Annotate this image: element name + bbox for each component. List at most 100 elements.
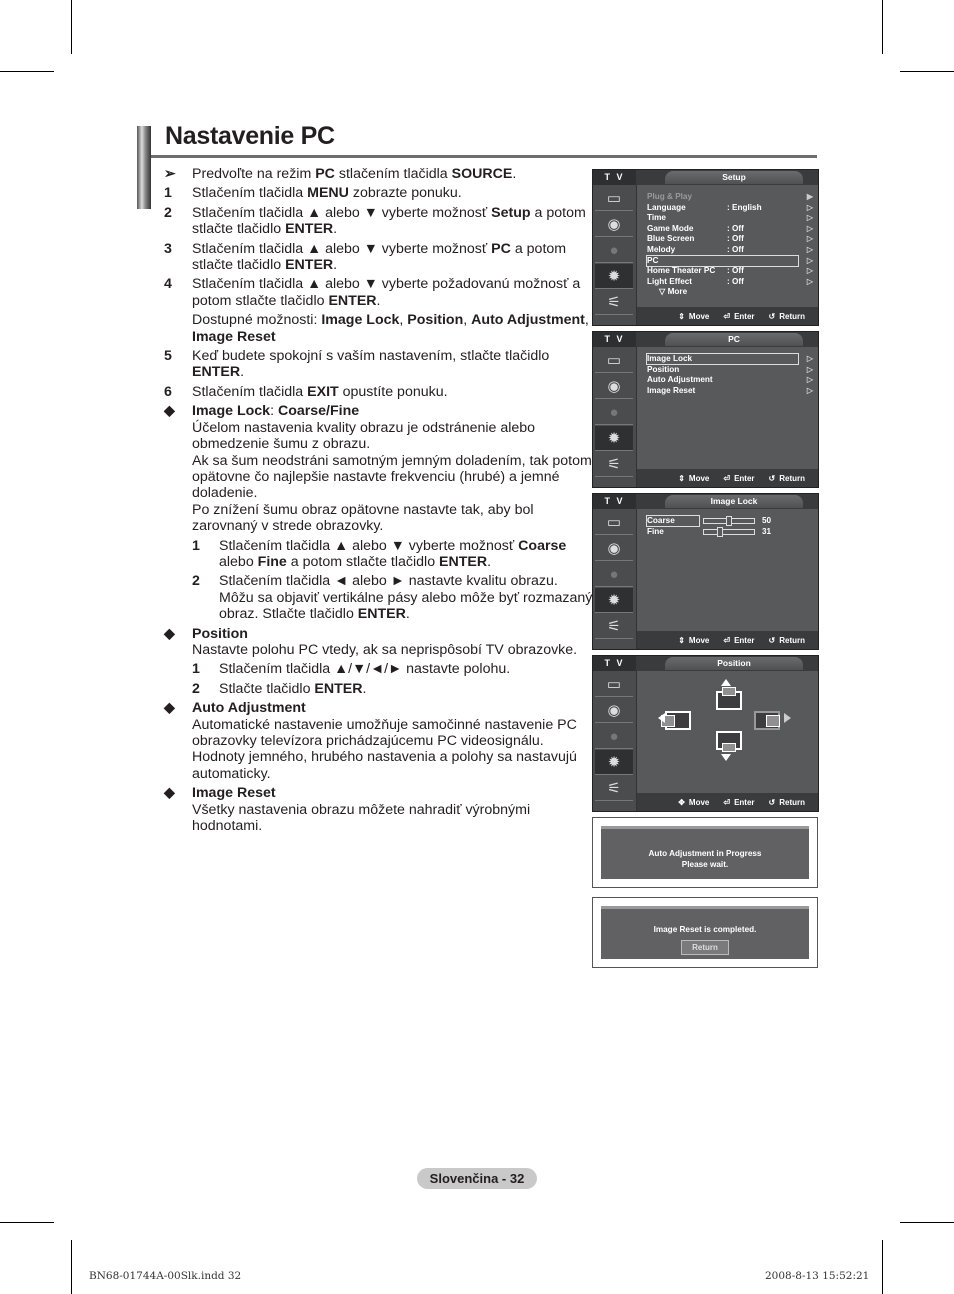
crop-mark: [882, 1240, 883, 1294]
menu-item[interactable]: Light Effect: Off ▷: [647, 277, 813, 287]
sidebar-input-icon[interactable]: ⚟: [595, 776, 633, 801]
section-body: Auto Adjustment Automatické nastavenie um…: [192, 700, 594, 782]
sidebar-channel-icon[interactable]: ●: [595, 238, 633, 263]
dialog-line: Auto Adjustment in Progress: [648, 849, 762, 858]
menu-item[interactable]: Home Theater PC: Off ▷: [647, 266, 813, 276]
menu-item[interactable]: Image Reset ▷: [647, 386, 813, 396]
bullet-diamond-icon: ◆: [164, 700, 175, 717]
footer-move[interactable]: ⇕ Move: [678, 474, 709, 483]
osd-footer: ⇕ Move ⏎ Enter ↺ Return: [637, 469, 818, 487]
sidebar-setup-gear-icon[interactable]: ✹: [595, 588, 633, 613]
footer-label: Move: [688, 797, 710, 807]
menu-item[interactable]: Melody: Off ▷: [647, 245, 813, 255]
sidebar-input-icon[interactable]: ⚟: [595, 452, 633, 477]
footer-return[interactable]: ↺ Return: [769, 636, 805, 645]
section-body: Position Nastavte polohu PC vtedy, ak sa …: [192, 626, 594, 659]
enter-icon: ⏎: [723, 311, 731, 321]
crop-mark: [900, 1222, 954, 1223]
menu-item[interactable]: Auto Adjustment ▷: [647, 375, 813, 385]
menu-item[interactable]: Language: English ▷: [647, 203, 813, 213]
sound-icon: ◉: [607, 702, 621, 719]
crop-mark: [900, 71, 954, 72]
osd-menu-title: Position: [665, 657, 803, 670]
steps-list: 1 Stlačením tlačidla MENU zobrazte ponuku…: [164, 185, 594, 400]
text: PC: [491, 240, 511, 257]
text: Predvoľte na režim: [192, 166, 316, 182]
text: Image Lock: [192, 403, 271, 420]
menu-item[interactable]: Time ▷: [647, 213, 813, 223]
sidebar-picture-icon[interactable]: ▭: [595, 186, 633, 211]
chevron-right-icon: ▶: [806, 192, 813, 201]
text: Fine: [257, 553, 287, 570]
text: ENTER: [439, 553, 488, 570]
footer-move[interactable]: ⇕ Move: [678, 636, 709, 645]
footer-enter[interactable]: ⏎ Enter: [723, 636, 754, 645]
menu-item[interactable]: ▽ More: [659, 287, 798, 297]
slider-track[interactable]: [703, 527, 755, 537]
menu-item[interactable]: Position ▷: [647, 365, 813, 375]
text: alebo: [219, 553, 258, 570]
menu-item[interactable]: Plug & Play ▶: [647, 192, 813, 202]
position-up-box: [716, 687, 742, 710]
footer-return[interactable]: ↺ Return: [769, 312, 805, 321]
sidebar-setup-gear-icon[interactable]: ✹: [595, 264, 633, 289]
footer-move[interactable]: ✥ Move: [678, 798, 709, 807]
text: a potom stlačte tlačidlo: [286, 553, 440, 570]
tv-label: T V: [593, 170, 636, 185]
arrow-left-icon[interactable]: [658, 713, 665, 723]
footer-enter[interactable]: ⏎ Enter: [723, 798, 754, 807]
step-text: Stlačením tlačidla EXIT opustíte ponuku.: [192, 384, 594, 400]
slider-label[interactable]: Fine: [647, 527, 699, 537]
sidebar-channel-icon[interactable]: ●: [595, 400, 633, 425]
substep-text: Stlačením tlačidla ▲/▼/◄/► nastavte polo…: [219, 661, 594, 677]
menu-item[interactable]: PC ▷: [646, 254, 813, 267]
bullet-diamond-icon: ◆: [164, 625, 175, 642]
footer-label: Move: [688, 635, 710, 645]
menu-item[interactable]: Blue Screen: Off ▷: [647, 234, 813, 244]
sidebar-sound-icon[interactable]: ◉: [595, 698, 633, 723]
sidebar-input-icon[interactable]: ⚟: [595, 290, 633, 315]
return-button[interactable]: Return: [681, 940, 729, 955]
sidebar-channel-icon[interactable]: ●: [595, 562, 633, 587]
section-body: Image Reset Všetky nastavenia obrazu môže…: [192, 785, 594, 834]
section-heading: Position: [192, 626, 594, 642]
sidebar-picture-icon[interactable]: ▭: [595, 510, 633, 535]
arrow-up-icon[interactable]: [721, 679, 731, 686]
footer-move[interactable]: ⇕ Move: [678, 312, 709, 321]
setup-gear-icon: ✹: [607, 592, 621, 609]
sidebar-setup-gear-icon[interactable]: ✹: [595, 426, 633, 451]
tv-label: T V: [593, 656, 636, 671]
footer-enter[interactable]: ⏎ Enter: [723, 312, 754, 321]
footer-return[interactable]: ↺ Return: [769, 798, 805, 807]
sidebar-setup-gear-icon[interactable]: ✹: [595, 750, 633, 775]
menu-item[interactable]: Image Lock ▷: [646, 353, 813, 365]
menu-item[interactable]: Game Mode: Off ▷: [647, 224, 813, 234]
sidebar-input-icon[interactable]: ⚟: [595, 614, 633, 639]
sidebar-picture-icon[interactable]: ▭: [595, 348, 633, 373]
footer-return[interactable]: ↺ Return: [769, 474, 805, 483]
section-paragraph: Automatické nastavenie umožňuje samočinn…: [192, 716, 577, 782]
slider-track[interactable]: [703, 516, 755, 526]
slider-label[interactable]: Coarse: [646, 515, 700, 527]
text: Setup: [491, 204, 531, 221]
slider-knob[interactable]: [726, 516, 732, 526]
position-image: [722, 687, 736, 696]
arrow-down-icon[interactable]: [721, 754, 731, 761]
sidebar-picture-icon[interactable]: ▭: [595, 672, 633, 697]
arrow-right-icon[interactable]: [784, 713, 791, 723]
note-text: Predvoľte na režim PC stlačením tlačidla…: [192, 166, 594, 182]
sidebar-sound-icon[interactable]: ◉: [595, 536, 633, 561]
menu-item-value: : Off: [727, 266, 744, 276]
footer-enter[interactable]: ⏎ Enter: [723, 474, 754, 483]
step-number: 2: [164, 204, 172, 221]
sidebar-channel-icon[interactable]: ●: [595, 724, 633, 749]
step-item: 5 Keď budete spokojní s vaším nastavením,…: [164, 348, 594, 381]
step-text: Dostupné možnosti: Image Lock, Position,…: [192, 312, 594, 345]
step-item: 2 Stlačením tlačidla ▲ alebo ▼ vyberte mo…: [164, 205, 594, 238]
position-image: [722, 743, 736, 752]
substep-number: 1: [192, 537, 200, 554]
sidebar-sound-icon[interactable]: ◉: [595, 374, 633, 399]
slider-knob[interactable]: [716, 527, 723, 537]
text: Auto Adjustment: [192, 700, 306, 717]
sidebar-sound-icon[interactable]: ◉: [595, 212, 633, 237]
